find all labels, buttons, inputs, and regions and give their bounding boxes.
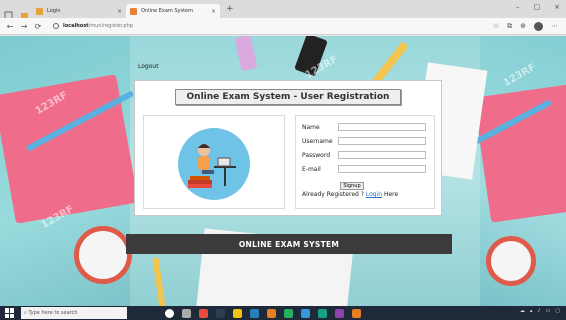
- close-tab-icon[interactable]: ×: [211, 8, 216, 15]
- reload-icon[interactable]: ⟳: [34, 22, 42, 31]
- extensions-icon[interactable]: ⊕: [520, 22, 526, 31]
- browser-toolbar: ☆ ⧉ ⊕ ⋯: [493, 22, 558, 31]
- tab-login[interactable]: Login ×: [32, 4, 126, 18]
- favorites-icon[interactable]: ☆: [493, 22, 499, 31]
- app-icon[interactable]: [318, 308, 327, 318]
- username-row: Username: [302, 136, 426, 146]
- task-view-icon[interactable]: [182, 308, 191, 318]
- login-link[interactable]: Login: [366, 191, 382, 198]
- url-field[interactable]: localhost /mun/register.php: [50, 20, 470, 32]
- maximize-icon[interactable]: ▢: [534, 3, 541, 11]
- page-title: Online Exam System - User Registration: [175, 89, 401, 105]
- password-row: Password: [302, 150, 426, 160]
- tab-list-icon[interactable]: [20, 5, 29, 18]
- windows-start-icon[interactable]: [5, 308, 15, 318]
- app-icon[interactable]: [199, 308, 208, 318]
- cortana-icon[interactable]: [165, 308, 174, 318]
- taskbar-search-input[interactable]: ⌕ Type here to search: [21, 307, 127, 319]
- name-label: Name: [302, 123, 320, 131]
- site-info-icon[interactable]: [53, 23, 59, 29]
- close-tab-icon[interactable]: ×: [117, 8, 122, 15]
- collections-icon[interactable]: ⧉: [507, 22, 512, 31]
- taskbar-pinned-apps: [165, 308, 361, 318]
- weather-icon[interactable]: ☁: [520, 308, 525, 314]
- tab-title: Online Exam System: [141, 8, 194, 14]
- tab-online-exam-system[interactable]: Online Exam System ×: [126, 4, 220, 18]
- url-host: localhost: [63, 23, 89, 29]
- store-icon[interactable]: [250, 308, 259, 318]
- name-row: Name: [302, 122, 426, 132]
- email-field[interactable]: [338, 165, 426, 173]
- network-icon[interactable]: ▴: [530, 308, 533, 314]
- xampp-icon[interactable]: [352, 308, 361, 318]
- file-explorer-icon[interactable]: [233, 308, 242, 318]
- registration-card: Online Exam System - User Registration N…: [134, 80, 442, 216]
- favicon-icon: [36, 7, 43, 15]
- logout-link[interactable]: Logout: [138, 63, 159, 70]
- tab-title: Login: [47, 8, 61, 14]
- notebook-decoration: [473, 83, 566, 223]
- forward-icon[interactable]: →: [20, 22, 28, 31]
- clock[interactable]: ▭: [546, 308, 551, 314]
- favicon-icon: [130, 7, 137, 15]
- site-banner: ONLINE EXAM SYSTEM: [126, 234, 452, 254]
- volume-icon[interactable]: ♪: [537, 308, 540, 314]
- more-menu-icon[interactable]: ⋯: [551, 22, 558, 31]
- window-controls: – ▢ ×: [516, 3, 560, 11]
- minimize-icon[interactable]: –: [516, 3, 520, 11]
- email-row: E-mail: [302, 164, 426, 174]
- password-field[interactable]: [338, 151, 426, 159]
- close-icon[interactable]: ×: [554, 3, 560, 11]
- already-registered-text: Already Registered ? Login Here: [302, 191, 398, 198]
- page-viewport: 123RF 123RF 123RF 123RF Logout Online Ex…: [0, 36, 566, 306]
- url-path: /mun/register.php: [88, 23, 134, 29]
- username-label: Username: [302, 137, 333, 145]
- registration-form: Name Username Password E-mail Signup Alr…: [295, 115, 435, 209]
- name-field[interactable]: [338, 123, 426, 131]
- back-icon[interactable]: ←: [6, 22, 14, 31]
- address-bar-row: ← → ⟳ localhost /mun/register.php: [0, 18, 566, 35]
- app-icon[interactable]: [335, 308, 344, 318]
- system-tray: ☁ ▴ ♪ ▭ ▢: [520, 308, 560, 314]
- illustration-panel: [143, 115, 285, 209]
- email-label: E-mail: [302, 165, 321, 173]
- student-illustration-icon: [178, 128, 250, 200]
- password-label: Password: [302, 151, 331, 159]
- app-icon[interactable]: [216, 308, 225, 318]
- app-icon[interactable]: [284, 308, 293, 318]
- app-icon[interactable]: [267, 308, 276, 318]
- new-tab-button[interactable]: +: [226, 4, 234, 14]
- window-menu-icon[interactable]: [4, 5, 13, 19]
- profile-avatar[interactable]: [534, 22, 543, 31]
- search-placeholder: Type here to search: [28, 310, 78, 316]
- username-field[interactable]: [338, 137, 426, 145]
- edge-icon[interactable]: [301, 308, 310, 318]
- already-registered-label: Already Registered ?: [302, 191, 364, 198]
- browser-tabbar: Login × Online Exam System × + – ▢ ×: [0, 0, 566, 19]
- alarm-clock-decoration: [74, 226, 132, 284]
- os-taskbar: ⌕ Type here to search ☁ ▴ ♪ ▭ ▢: [0, 306, 566, 320]
- signup-button[interactable]: Signup: [340, 182, 364, 190]
- alarm-clock-decoration: [486, 236, 536, 286]
- notifications-icon[interactable]: ▢: [555, 308, 560, 314]
- here-label: Here: [383, 191, 399, 198]
